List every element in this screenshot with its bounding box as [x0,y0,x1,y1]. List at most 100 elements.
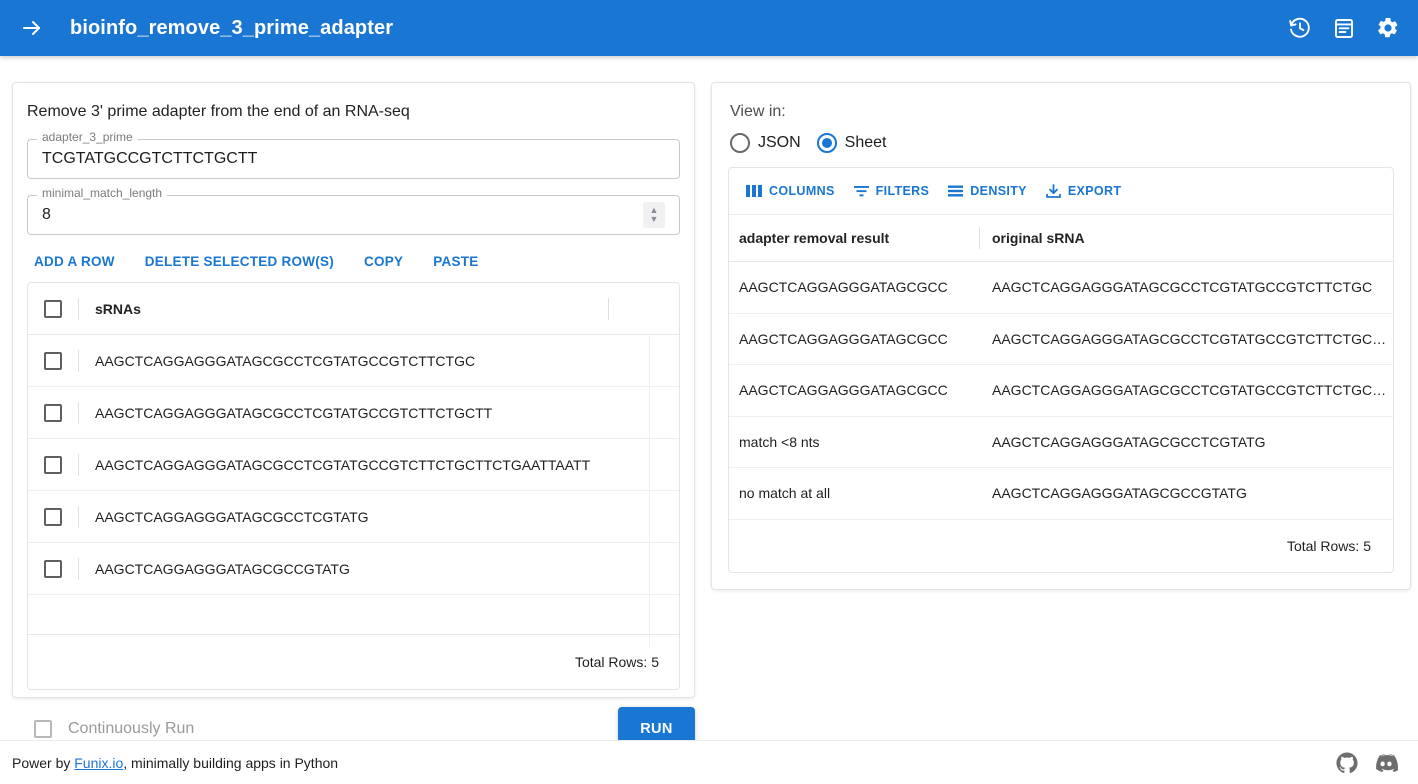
cell-divider [78,350,79,372]
app-bar-actions [1280,8,1418,48]
form-title: Remove 3' prime adapter from the end of … [13,83,694,123]
filters-label: FILTERS [876,184,930,198]
srna-cell: AAGCTCAGGAGGGATAGCGCCTCGTATGCCGTCTTCTGCT… [95,457,590,473]
cell-divider [78,454,79,476]
adapter-removal-result-cell: AAGCTCAGGAGGGATAGCGCC [729,331,979,347]
continuously-run-control[interactable]: Continuously Run [12,720,194,738]
grid-total-rows: Total Rows: 5 [28,635,679,689]
original-srna-cell: AAGCTCAGGAGGGATAGCGCCTCGTATGCCGTCTTCTGC [979,279,1393,295]
row-right-divider [649,335,650,387]
sheet-total-rows: Total Rows: 5 [729,520,1393,572]
github-icon[interactable] [1336,752,1358,774]
table-row[interactable]: AAGCTCAGGAGGGATAGCGCCTCGTATGCCGTCTTCTGCT… [28,387,679,439]
table-row[interactable]: AAGCTCAGGAGGGATAGCGCC AAGCTCAGGAGGGATAGC… [729,365,1393,417]
row-checkbox[interactable] [44,456,62,474]
minimal-match-length-label: minimal_match_length [37,187,167,199]
table-row[interactable]: AAGCTCAGGAGGGATAGCGCC AAGCTCAGGAGGGATAGC… [729,262,1393,314]
adapter-removal-result-cell: AAGCTCAGGAGGGATAGCGCC [729,279,979,295]
sheet-column-header-adapter-removal-result[interactable]: adapter removal result [729,230,979,246]
gear-icon[interactable] [1368,8,1408,48]
density-button[interactable]: DENSITY [940,179,1034,203]
view-in-label: View in: [712,83,1410,121]
export-button[interactable]: EXPORT [1038,179,1129,204]
view-mode-sheet[interactable]: Sheet [817,133,895,153]
srnas-grid: sRNAs AAGCTCAGGAGGGATAGCGCCTCGTATGCCGTCT… [27,282,680,690]
density-icon [947,184,964,198]
table-row[interactable]: match <8 nts AAGCTCAGGAGGGATAGCGCCTCGTAT… [729,417,1393,469]
page-title: bioinfo_remove_3_prime_adapter [70,17,393,40]
quantity-stepper[interactable]: ▲ ▼ [643,202,665,228]
cell-divider [78,558,79,580]
row-checkbox[interactable] [44,404,62,422]
funix-link[interactable]: Funix.io [74,755,123,771]
filters-button[interactable]: FILTERS [846,179,937,203]
adapter-3-prime-input[interactable]: TCGTATGCCGTCTTCTGCTT [27,139,680,179]
add-a-row-button[interactable]: ADD A ROW [27,249,122,274]
select-all-checkbox[interactable] [44,300,62,318]
note-list-icon[interactable] [1324,8,1364,48]
filter-icon [853,184,870,198]
adapter-removal-result-cell: match <8 nts [729,434,979,450]
paste-button[interactable]: PASTE [426,249,485,274]
page-footer: Power by Funix.io, minimally building ap… [0,740,1418,784]
columns-label: COLUMNS [769,184,835,198]
columns-button[interactable]: COLUMNS [739,179,842,203]
original-srna-cell: AAGCTCAGGAGGGATAGCGCCTCGTATG [979,434,1393,450]
radio-json[interactable] [730,133,750,153]
minimal-match-length-field[interactable]: minimal_match_length 8 ▲ ▼ [27,195,680,235]
row-checkbox[interactable] [44,560,62,578]
adapter-3-prime-field[interactable]: adapter_3_prime TCGTATGCCGTCTTCTGCTT [27,139,680,179]
view-mode-json[interactable]: JSON [730,133,809,153]
original-srna-cell: AAGCTCAGGAGGGATAGCGCCTCGTATGCCGTCTTCTGCT… [979,382,1393,398]
footer-suffix: , minimally building apps in Python [123,755,338,771]
grid-empty-row [28,595,679,635]
adapter-removal-result-cell: no match at all [729,485,979,501]
row-checkbox[interactable] [44,352,62,370]
continuously-run-label: Continuously Run [68,720,194,738]
grid-column-header-srnas[interactable]: sRNAs [95,301,141,317]
original-srna-cell: AAGCTCAGGAGGGATAGCGCCGTATG [979,485,1393,501]
radio-sheet[interactable] [817,133,837,153]
main-content: Remove 3' prime adapter from the end of … [0,56,1418,740]
result-sheet: COLUMNS FILTERS DENSITY [728,167,1394,573]
column-resize-handle[interactable] [608,298,609,320]
row-right-divider [649,595,650,647]
view-mode-radio-group: JSON Sheet [712,121,1410,153]
srna-cell: AAGCTCAGGAGGGATAGCGCCTCGTATGCCGTCTTCTGC [95,353,475,369]
footer-credit: Power by Funix.io, minimally building ap… [0,755,338,771]
sheet-column-header-original-srna[interactable]: original sRNA [980,230,1085,246]
adapter-removal-result-cell: AAGCTCAGGAGGGATAGCGCC [729,382,979,398]
grid-header-row: sRNAs [28,283,679,335]
row-right-divider [649,543,650,595]
sheet-toolbar: COLUMNS FILTERS DENSITY [729,168,1393,214]
table-row[interactable]: no match at all AAGCTCAGGAGGGATAGCGCCGTA… [729,468,1393,520]
minimal-match-length-value: 8 [42,206,51,224]
srna-cell: AAGCTCAGGAGGGATAGCGCCTCGTATGCCGTCTTCTGCT… [95,405,492,421]
export-icon [1045,184,1062,199]
delete-selected-rows-button[interactable]: DELETE SELECTED ROW(S) [138,249,341,274]
table-row[interactable]: AAGCTCAGGAGGGATAGCGCCTCGTATG [28,491,679,543]
output-panel: View in: JSON Sheet COLUMNS [711,82,1411,590]
footer-prefix: Power by [12,755,74,771]
copy-button[interactable]: COPY [357,249,410,274]
row-checkbox[interactable] [44,508,62,526]
app-bar-left: bioinfo_remove_3_prime_adapter [0,8,393,48]
table-row[interactable]: AAGCTCAGGAGGGATAGCGCC AAGCTCAGGAGGGATAGC… [729,314,1393,366]
continuously-run-checkbox[interactable] [34,720,52,738]
adapter-3-prime-label: adapter_3_prime [37,131,138,143]
arrow-right-icon[interactable] [12,8,52,48]
table-row[interactable]: AAGCTCAGGAGGGATAGCGCCTCGTATGCCGTCTTCTGCT… [28,439,679,491]
chevron-down-icon[interactable]: ▼ [650,215,659,224]
table-row[interactable]: AAGCTCAGGAGGGATAGCGCCTCGTATGCCGTCTTCTGC [28,335,679,387]
column-divider [78,298,79,320]
table-row[interactable]: AAGCTCAGGAGGGATAGCGCCGTATG [28,543,679,595]
minimal-match-length-input[interactable]: 8 ▲ ▼ [27,195,680,235]
sheet-header-row: adapter removal result original sRNA [729,214,1393,262]
adapter-3-prime-value: TCGTATGCCGTCTTCTGCTT [42,150,257,168]
row-right-divider [649,491,650,543]
view-mode-json-label: JSON [758,134,801,152]
view-mode-sheet-label: Sheet [845,134,887,152]
footer-social-icons [1336,752,1418,774]
history-icon[interactable] [1280,8,1320,48]
discord-icon[interactable] [1374,752,1398,774]
